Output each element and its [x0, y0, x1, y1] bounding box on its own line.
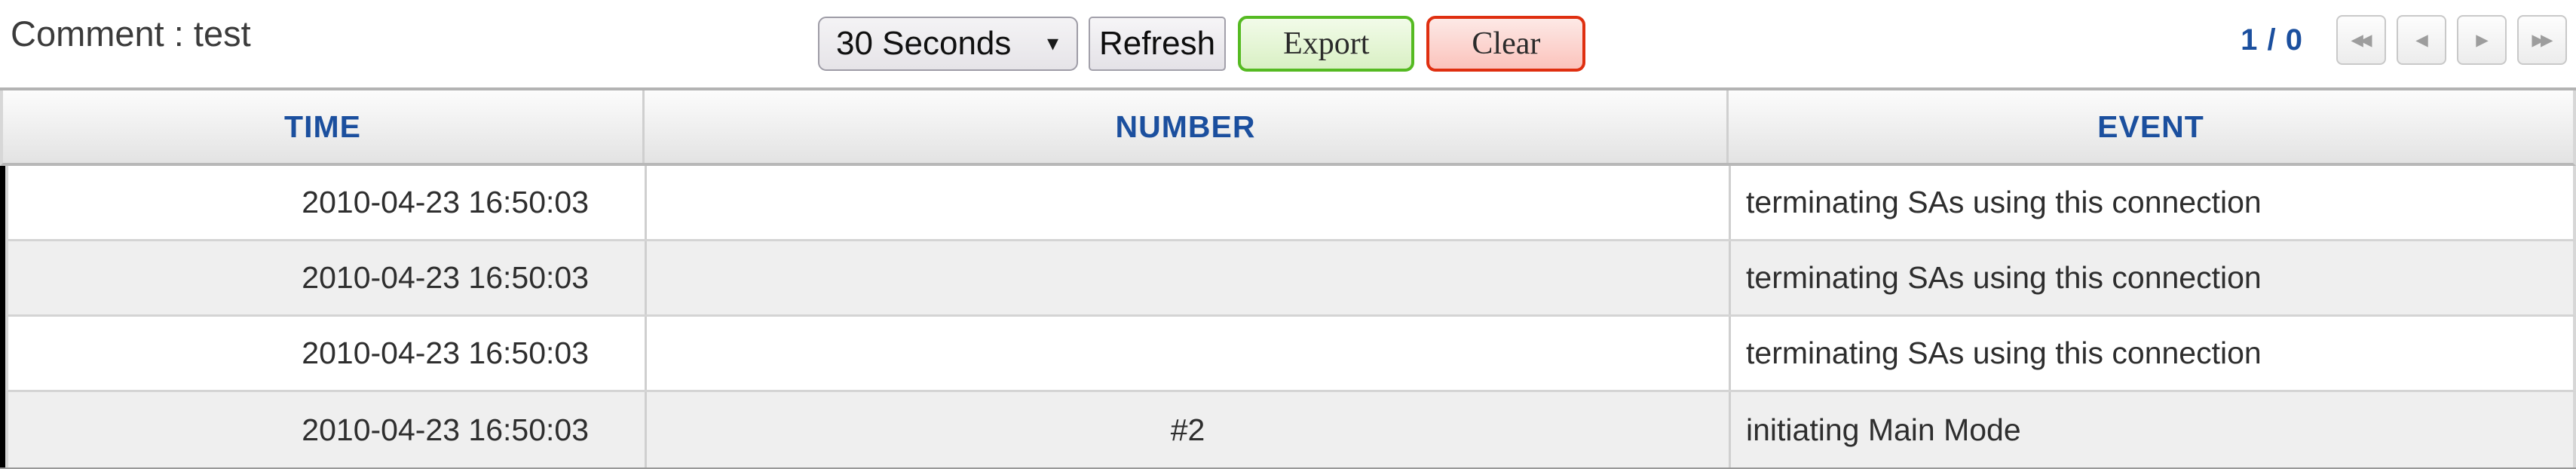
table-row[interactable]: 2010-04-23 16:50:03 #2 initiating Main M…	[5, 392, 2576, 467]
cell-time: 2010-04-23 16:50:03	[8, 241, 647, 314]
first-page-button[interactable]: ◂◂	[2336, 15, 2386, 65]
toolbar-controls: 30 Seconds ▾ Refresh Export Clear	[818, 16, 1586, 72]
refresh-interval-select[interactable]: 30 Seconds	[818, 17, 1078, 71]
table-row[interactable]: 2010-04-23 16:50:03 terminating SAs usin…	[5, 166, 2576, 241]
pagination: 1 / 0 ◂◂ ◂ ▸ ▸▸	[2241, 15, 2567, 65]
column-header-time[interactable]: TIME	[3, 90, 645, 163]
cell-time: 2010-04-23 16:50:03	[8, 392, 647, 467]
row-selection-marker	[0, 166, 5, 467]
table-body: 2010-04-23 16:50:03 terminating SAs usin…	[0, 166, 2576, 467]
column-header-event[interactable]: EVENT	[1729, 90, 2573, 163]
page-title: Comment : test	[11, 14, 251, 54]
cell-time: 2010-04-23 16:50:03	[8, 166, 647, 239]
interval-select-wrapper: 30 Seconds ▾	[818, 17, 1078, 71]
cell-event: terminating SAs using this connection	[1746, 260, 2262, 295]
next-page-button[interactable]: ▸	[2457, 15, 2507, 65]
cell-event: terminating SAs using this connection	[1746, 336, 2262, 370]
table-header-row: TIME NUMBER EVENT	[0, 90, 2576, 166]
table-row[interactable]: 2010-04-23 16:50:03 terminating SAs usin…	[5, 317, 2576, 392]
cell-event: initiating Main Mode	[1746, 412, 2021, 447]
column-header-number[interactable]: NUMBER	[645, 90, 1729, 163]
event-log-table: TIME NUMBER EVENT 2010-04-23 16:50:03 te…	[0, 87, 2576, 469]
log-viewer-panel: Comment : test 30 Seconds ▾ Refresh Expo…	[0, 0, 2576, 469]
prev-page-button[interactable]: ◂	[2397, 15, 2446, 65]
toolbar: Comment : test 30 Seconds ▾ Refresh Expo…	[0, 0, 2576, 87]
page-count-label: 1 / 0	[2241, 23, 2303, 57]
clear-button[interactable]: Clear	[1426, 16, 1586, 72]
cell-number	[647, 241, 1731, 314]
last-page-button[interactable]: ▸▸	[2517, 15, 2567, 65]
cell-event: terminating SAs using this connection	[1746, 185, 2262, 219]
cell-time: 2010-04-23 16:50:03	[8, 317, 647, 390]
cell-number	[647, 166, 1731, 239]
cell-number	[647, 317, 1731, 390]
refresh-button[interactable]: Refresh	[1089, 17, 1227, 71]
table-row[interactable]: 2010-04-23 16:50:03 terminating SAs usin…	[5, 241, 2576, 317]
export-button[interactable]: Export	[1238, 16, 1415, 72]
cell-number: #2	[647, 392, 1731, 467]
